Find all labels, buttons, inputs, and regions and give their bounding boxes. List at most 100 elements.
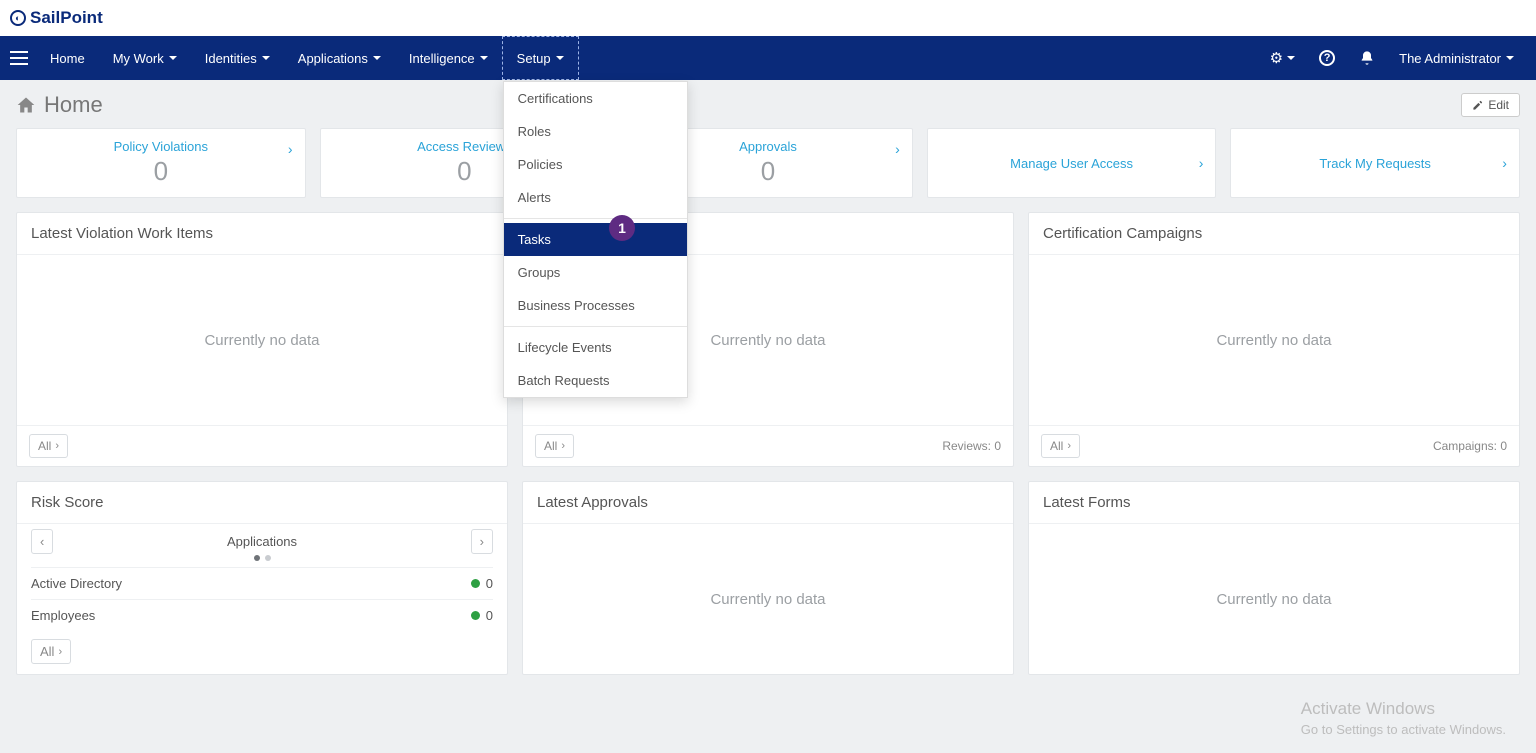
risk-all-button[interactable]: All › bbox=[31, 639, 71, 664]
footer-btn-label: All bbox=[1050, 439, 1063, 453]
footer-all-button[interactable]: All › bbox=[535, 434, 574, 458]
pencil-icon bbox=[1472, 100, 1483, 111]
setup-menu-business-processes[interactable]: Business Processes bbox=[504, 289, 687, 322]
footer-btn-label: All bbox=[40, 644, 54, 659]
link-card-track-my-requests[interactable]: Track My Requests › bbox=[1230, 128, 1520, 198]
panel-latest-forms: Latest Forms Currently no data bbox=[1028, 481, 1520, 675]
panel-latest-approvals: Latest Approvals Currently no data bbox=[522, 481, 1014, 675]
pager-dot bbox=[265, 555, 271, 561]
stat-card-label: Policy Violations bbox=[114, 139, 208, 154]
nav-mywork[interactable]: My Work bbox=[99, 36, 191, 80]
nav-identities[interactable]: Identities bbox=[191, 36, 284, 80]
nav-home[interactable]: Home bbox=[36, 36, 99, 80]
link-card-label: Track My Requests bbox=[1319, 156, 1431, 171]
nav-mywork-label: My Work bbox=[113, 51, 164, 66]
chevron-right-icon: › bbox=[288, 141, 293, 157]
nav-home-label: Home bbox=[50, 51, 85, 66]
nav-intelligence[interactable]: Intelligence bbox=[395, 36, 502, 80]
chevron-right-icon: › bbox=[1199, 155, 1204, 171]
footer-right-text: Reviews: 0 bbox=[942, 439, 1001, 453]
link-card-label: Manage User Access bbox=[1010, 156, 1133, 171]
risk-row-value: 0 bbox=[486, 576, 493, 591]
panel-empty-text: Currently no data bbox=[1029, 255, 1519, 425]
link-card-manage-user-access[interactable]: Manage User Access › bbox=[927, 128, 1217, 198]
panel-empty-text: Currently no data bbox=[523, 524, 1013, 674]
setup-menu-certifications[interactable]: Certifications bbox=[504, 82, 687, 115]
nav-intelligence-label: Intelligence bbox=[409, 51, 475, 66]
nav-setup[interactable]: Setup Certifications Roles Policies Aler… bbox=[502, 36, 579, 80]
panel-header: Risk Score bbox=[17, 482, 507, 524]
risk-row-name: Active Directory bbox=[31, 576, 122, 591]
panel-header: Latest Forms bbox=[1029, 482, 1519, 524]
panel-risk-score: Risk Score ‹ Applications › Active Direc… bbox=[16, 481, 508, 675]
setup-menu-roles[interactable]: Roles bbox=[504, 115, 687, 148]
chevron-right-icon: › bbox=[1067, 440, 1071, 452]
setup-menu-groups[interactable]: Groups bbox=[504, 256, 687, 289]
user-name: The Administrator bbox=[1399, 51, 1501, 66]
setup-menu-lifecycle-events[interactable]: Lifecycle Events bbox=[504, 331, 687, 364]
risk-row-name: Employees bbox=[31, 608, 95, 623]
watermark-subtitle: Go to Settings to activate Windows. bbox=[1301, 721, 1506, 739]
chevron-right-icon: › bbox=[561, 440, 565, 452]
setup-dropdown: Certifications Roles Policies Alerts Tas… bbox=[503, 81, 688, 398]
hamburger-icon[interactable] bbox=[10, 51, 28, 65]
status-dot-icon bbox=[471, 611, 480, 620]
main-navbar: Home My Work Identities Applications Int… bbox=[0, 36, 1536, 80]
risk-pager: ‹ Applications › bbox=[31, 534, 493, 549]
topbar: ◐ SailPoint bbox=[0, 0, 1536, 36]
risk-row-active-directory[interactable]: Active Directory 0 bbox=[31, 567, 493, 599]
panel-footer: All › Campaigns: 0 bbox=[1029, 425, 1519, 466]
setup-menu-batch-requests[interactable]: Batch Requests bbox=[504, 364, 687, 397]
pager-prev-button[interactable]: ‹ bbox=[31, 529, 53, 554]
footer-btn-label: All bbox=[38, 439, 51, 453]
nav-right: ⚙ ? The Administrator bbox=[1258, 36, 1526, 80]
stat-card-label: Approvals bbox=[739, 139, 797, 154]
edit-button[interactable]: Edit bbox=[1461, 93, 1520, 117]
setup-menu-policies[interactable]: Policies bbox=[504, 148, 687, 181]
caret-down-icon bbox=[480, 56, 488, 60]
stat-card-label: Access Reviews bbox=[417, 139, 512, 154]
caret-down-icon bbox=[169, 56, 177, 60]
panel-certification-campaigns: Certification Campaigns Currently no dat… bbox=[1028, 212, 1520, 467]
annotation-marker-1: 1 bbox=[609, 215, 635, 241]
chevron-right-icon: › bbox=[1502, 155, 1507, 171]
risk-row-employees[interactable]: Employees 0 bbox=[31, 599, 493, 631]
footer-btn-label: All bbox=[544, 439, 557, 453]
help-icon[interactable]: ? bbox=[1307, 50, 1347, 66]
caret-down-icon bbox=[1287, 56, 1295, 60]
chevron-right-icon: › bbox=[55, 440, 59, 452]
risk-row-value-wrap: 0 bbox=[471, 608, 493, 623]
panels-row-2: Risk Score ‹ Applications › Active Direc… bbox=[16, 481, 1520, 675]
caret-down-icon bbox=[373, 56, 381, 60]
risk-body: ‹ Applications › Active Directory 0 E bbox=[17, 524, 507, 674]
gear-icon[interactable]: ⚙ bbox=[1258, 49, 1307, 67]
user-menu[interactable]: The Administrator bbox=[1387, 51, 1526, 66]
status-dot-icon bbox=[471, 579, 480, 588]
caret-down-icon bbox=[262, 56, 270, 60]
nav-identities-label: Identities bbox=[205, 51, 257, 66]
setup-menu-alerts[interactable]: Alerts bbox=[504, 181, 687, 214]
panel-footer: All › bbox=[17, 425, 507, 466]
nav-left: Home My Work Identities Applications Int… bbox=[10, 36, 579, 80]
pager-next-button[interactable]: › bbox=[471, 529, 493, 554]
caret-down-icon bbox=[556, 56, 564, 60]
panel-header: Certification Campaigns bbox=[1029, 213, 1519, 255]
stat-card-policy-violations[interactable]: Policy Violations 0 › bbox=[16, 128, 306, 198]
nav-applications[interactable]: Applications bbox=[284, 36, 395, 80]
footer-all-button[interactable]: All › bbox=[29, 434, 68, 458]
pager-dots bbox=[31, 555, 493, 561]
footer-all-button[interactable]: All › bbox=[1041, 434, 1080, 458]
brand-logo: ◐ SailPoint bbox=[10, 8, 103, 28]
windows-activation-watermark: Activate Windows Go to Settings to activ… bbox=[1301, 697, 1506, 739]
bell-icon[interactable] bbox=[1347, 50, 1387, 66]
risk-row-value: 0 bbox=[486, 608, 493, 623]
panel-empty-text: Currently no data bbox=[17, 255, 507, 425]
page-body: Home Edit Policy Violations 0 › Access R… bbox=[0, 80, 1536, 701]
pager-dot-active bbox=[254, 555, 260, 561]
setup-menu-tasks[interactable]: Tasks bbox=[504, 223, 687, 256]
stat-cards-row: Policy Violations 0 › Access Reviews 0 ›… bbox=[16, 128, 1520, 198]
page-title-text: Home bbox=[44, 92, 103, 118]
footer-right-text: Campaigns: 0 bbox=[1433, 439, 1507, 453]
brand-name: SailPoint bbox=[30, 8, 103, 28]
brand-logo-icon: ◐ bbox=[10, 10, 26, 26]
